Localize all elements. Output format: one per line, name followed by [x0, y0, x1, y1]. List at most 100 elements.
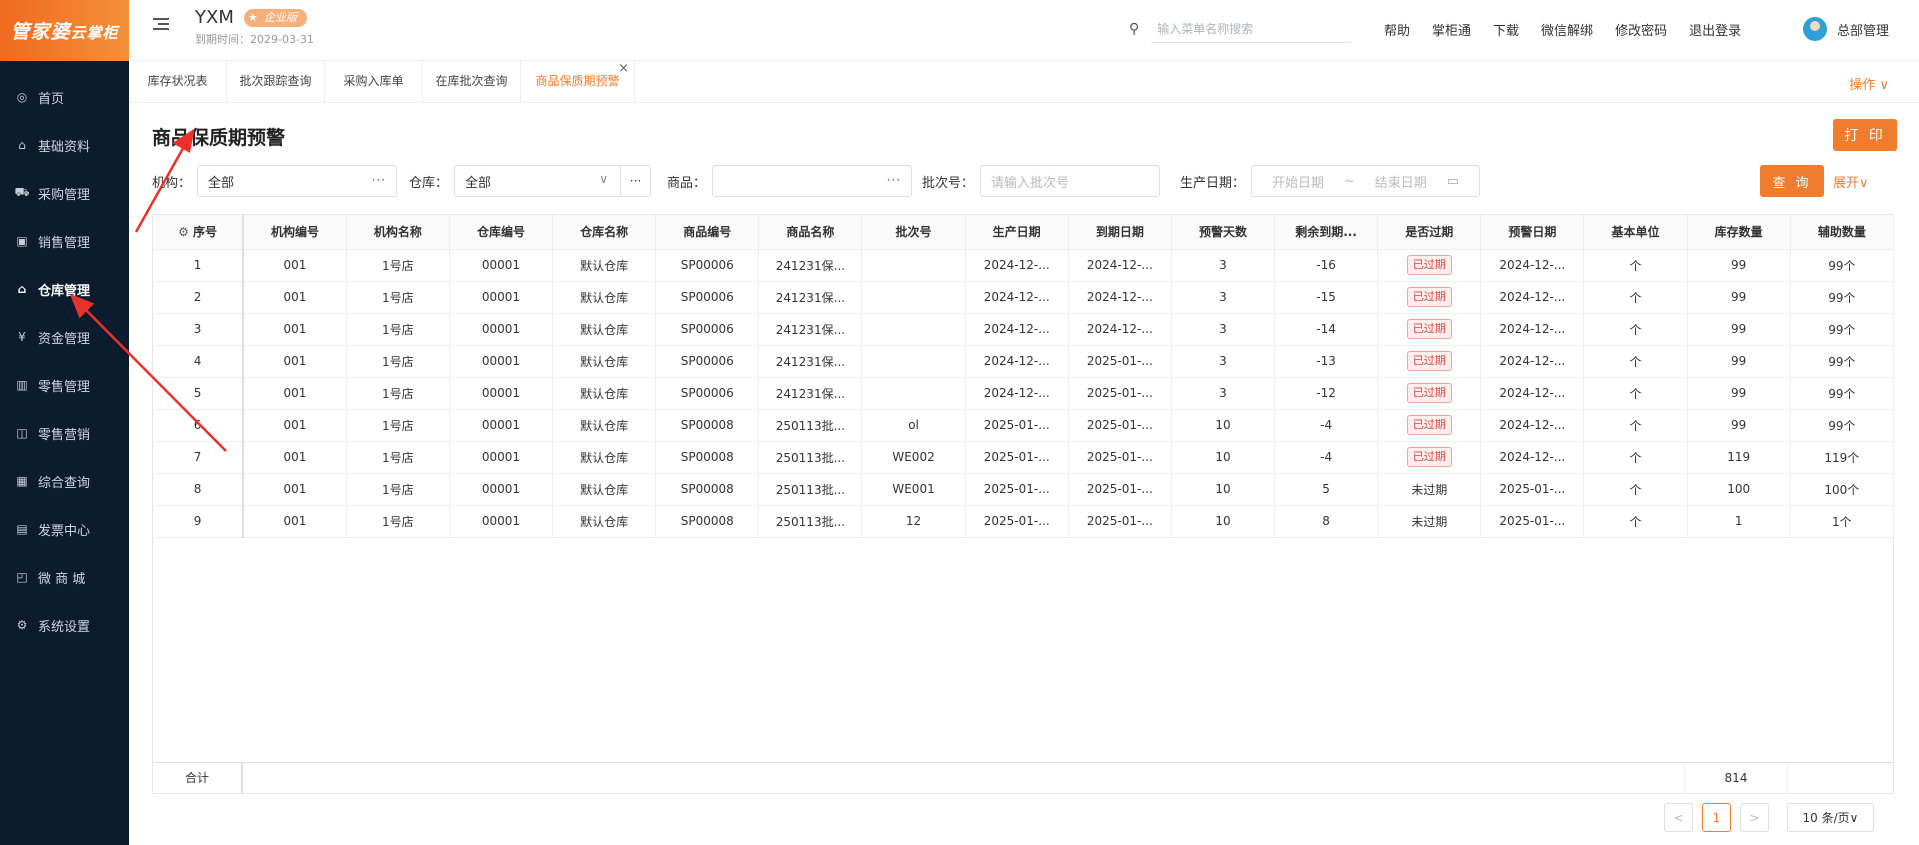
- table-row[interactable]: 5 001 1号店 00001 默认仓库 SP00006 241231保... 2024-12…: [153, 377, 1895, 410]
- sidebar-item-3[interactable]: ▣ 销售管理: [0, 217, 129, 265]
- goods-select[interactable]: ···: [712, 165, 913, 197]
- column-header[interactable]: ⚙ 序号: [153, 215, 245, 250]
- column-header[interactable]: 是否过期: [1377, 215, 1482, 250]
- table-cell: -16: [1274, 249, 1379, 282]
- column-header[interactable]: 到期日期: [1068, 215, 1172, 250]
- table-cell: -12: [1274, 377, 1379, 410]
- avatar: [1802, 17, 1827, 41]
- tab-shelf-life-warning[interactable]: 商品保质期预警 ×: [521, 61, 635, 103]
- table-cell: 99: [1687, 409, 1791, 442]
- table-cell: WE002: [861, 441, 966, 474]
- table-cell: 9: [153, 505, 245, 538]
- column-header[interactable]: 仓库编号: [449, 215, 554, 250]
- column-header[interactable]: 商品名称: [758, 215, 863, 250]
- table-cell: [861, 313, 966, 346]
- sidebar-item-7[interactable]: ◫ 零售营销: [0, 409, 129, 457]
- prev-page-button[interactable]: <: [1664, 803, 1693, 832]
- batch-input[interactable]: 请输入批次号: [980, 165, 1161, 197]
- column-header[interactable]: 预警日期: [1480, 215, 1585, 250]
- column-header[interactable]: 机构编号: [243, 215, 347, 250]
- next-page-button[interactable]: >: [1740, 803, 1769, 832]
- expand-link[interactable]: 展开∨: [1833, 172, 1869, 191]
- table-cell: 2025-01-...: [965, 409, 1069, 442]
- warehouse-more-button[interactable]: ···: [621, 165, 652, 197]
- table-cell: 3: [153, 313, 245, 346]
- close-icon[interactable]: ×: [618, 49, 629, 89]
- link-help[interactable]: 帮助: [1384, 20, 1410, 39]
- table-cell: 已过期: [1377, 281, 1482, 314]
- table-cell: 个: [1583, 281, 1688, 314]
- link-download[interactable]: 下载: [1493, 20, 1519, 39]
- sidebar-item-8[interactable]: ▦ 综合查询: [0, 457, 129, 505]
- menu-search-input[interactable]: [1151, 15, 1352, 43]
- table-cell: 99个: [1790, 249, 1895, 282]
- warehouse-label: 仓库：: [409, 175, 449, 191]
- link-wechat-unbind[interactable]: 微信解绑: [1541, 20, 1593, 39]
- menu-toggle-icon[interactable]: [153, 18, 169, 32]
- table-row[interactable]: 9 001 1号店 00001 默认仓库 SP00008 250113批... 12 2025-…: [153, 505, 1895, 538]
- sidebar-item-9[interactable]: ▤ 发票中心: [0, 505, 129, 553]
- page-button[interactable]: 1: [1702, 803, 1731, 832]
- gear-icon[interactable]: ⚙: [178, 225, 189, 239]
- table-row[interactable]: 6 001 1号店 00001 默认仓库 SP00008 250113批... ol 2025-…: [153, 409, 1895, 442]
- table-row[interactable]: 2 001 1号店 00001 默认仓库 SP00006 241231保... 2024-12…: [153, 281, 1895, 314]
- tab-purchase-inbound[interactable]: 采购入库单: [325, 61, 423, 103]
- user-menu[interactable]: 总部管理: [1802, 17, 1889, 41]
- page-size-select[interactable]: 10 条/页∨: [1787, 803, 1874, 832]
- invoice-icon: ▤: [16, 522, 28, 536]
- tab-stock-status[interactable]: 库存状况表: [129, 61, 227, 103]
- tab-batch-tracking[interactable]: 批次跟踪查询: [227, 61, 325, 103]
- sidebar-item-11[interactable]: ⚙ 系统设置: [0, 601, 129, 649]
- table-row[interactable]: 7 001 1号店 00001 默认仓库 SP00008 250113批... WE002 20…: [153, 441, 1895, 474]
- table-cell: 个: [1583, 249, 1688, 282]
- link-zhanggui[interactable]: 掌柜通: [1432, 20, 1471, 39]
- table-cell: 2025-01-...: [1068, 441, 1172, 474]
- column-header[interactable]: 批次号: [861, 215, 966, 250]
- gift-icon: ◫: [16, 426, 28, 440]
- warehouse-select[interactable]: 全部 ∨: [454, 165, 622, 197]
- table-row[interactable]: 3 001 1号店 00001 默认仓库 SP00006 241231保... 2024-12…: [153, 313, 1895, 346]
- sidebar-item-10[interactable]: ◰ 微 商 城: [0, 553, 129, 601]
- table-cell: 4: [153, 345, 245, 378]
- link-change-password[interactable]: 修改密码: [1615, 20, 1667, 39]
- table-cell: 2025-01-...: [965, 473, 1069, 506]
- operations-dropdown[interactable]: 操作 ∨: [1849, 74, 1889, 93]
- table-cell: 2024-12-...: [965, 281, 1069, 314]
- column-header[interactable]: 剩余到期...: [1274, 215, 1379, 250]
- sidebar-item-5[interactable]: ¥ 资金管理: [0, 313, 129, 361]
- table-cell: 10: [1171, 505, 1276, 538]
- date-range-picker[interactable]: 开始日期 ~ 结束日期 ▭: [1251, 165, 1481, 197]
- column-header[interactable]: 基本单位: [1583, 215, 1688, 250]
- column-header[interactable]: 预警天数: [1171, 215, 1276, 250]
- data-table: ⚙ 序号 机构编号 机构名称 仓库编号 仓库名称 商品编号 商品名称 批次号 生产日期 到期日期 预警…: [152, 214, 1895, 794]
- table-cell: 1号店: [346, 281, 450, 314]
- column-header[interactable]: 仓库名称: [552, 215, 657, 250]
- query-button[interactable]: 查 询: [1760, 165, 1824, 197]
- sidebar-item-2[interactable]: ⛟ 采购管理: [0, 169, 129, 217]
- table-cell: 00001: [449, 345, 554, 378]
- link-logout[interactable]: 退出登录: [1689, 20, 1741, 39]
- table-cell: 2024-12-...: [1480, 441, 1585, 474]
- org-select[interactable]: 全部 ···: [197, 165, 398, 197]
- table-cell: 2025-01-...: [1068, 345, 1172, 378]
- column-header[interactable]: 商品编号: [655, 215, 760, 250]
- table-cell: 001: [243, 249, 347, 282]
- column-header[interactable]: 机构名称: [346, 215, 450, 250]
- column-header[interactable]: 生产日期: [965, 215, 1069, 250]
- table-row[interactable]: 1 001 1号店 00001 默认仓库 SP00006 241231保... 2024-12…: [153, 249, 1895, 282]
- tab-batch-query[interactable]: 在库批次查询: [423, 61, 521, 103]
- table-cell: 已过期: [1377, 313, 1482, 346]
- sidebar-item-1[interactable]: ⌂ 基础资料: [0, 121, 129, 169]
- table-cell: SP00006: [655, 249, 760, 282]
- sidebar-item-4[interactable]: ⌂ 仓库管理: [0, 265, 129, 313]
- table-row[interactable]: 8 001 1号店 00001 默认仓库 SP00008 250113批... WE001 20…: [153, 473, 1895, 506]
- table-cell: 1号店: [346, 473, 450, 506]
- table-row[interactable]: 4 001 1号店 00001 默认仓库 SP00006 241231保... 2024-12…: [153, 345, 1895, 378]
- column-header[interactable]: 辅助数量: [1790, 215, 1895, 250]
- sidebar-item-6[interactable]: ▥ 零售管理: [0, 361, 129, 409]
- sidebar-item-0[interactable]: ◎ 首页: [0, 73, 129, 121]
- table-cell: [861, 345, 966, 378]
- print-button[interactable]: 打 印: [1833, 119, 1897, 151]
- table-cell: 119个: [1790, 441, 1895, 474]
- column-header[interactable]: 库存数量: [1687, 215, 1791, 250]
